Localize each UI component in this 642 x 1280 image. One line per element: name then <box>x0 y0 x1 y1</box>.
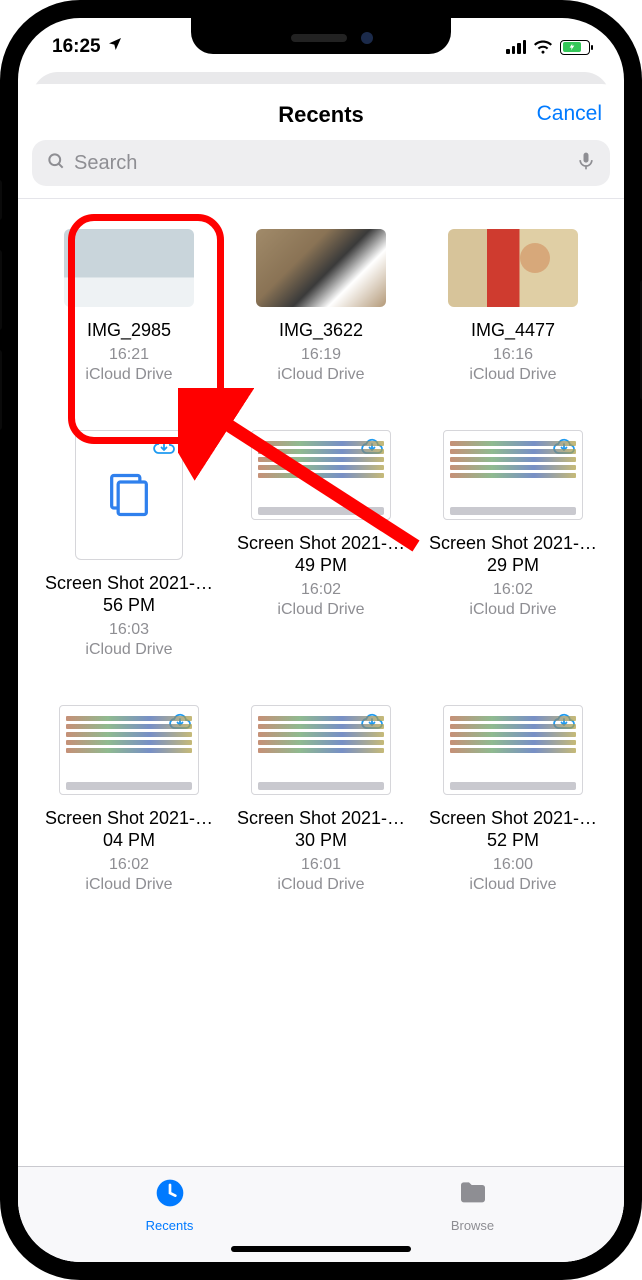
sheet-header: Recents Cancel <box>18 84 624 140</box>
cancel-button[interactable]: Cancel <box>537 102 602 126</box>
cellular-signal-icon <box>506 40 526 54</box>
file-location: iCloud Drive <box>469 876 556 894</box>
file-item[interactable]: IMG_3622 16:19 iCloud Drive <box>230 229 412 384</box>
file-item[interactable]: Screen Shot 2021-…49 PM 16:02 iCloud Drive <box>230 430 412 659</box>
file-time: 16:00 <box>493 856 533 874</box>
tab-label: Recents <box>146 1218 194 1233</box>
tab-bar: Recents Browse <box>18 1166 624 1262</box>
file-name: Screen Shot 2021-…29 PM <box>428 532 598 577</box>
file-item[interactable]: IMG_2985 16:21 iCloud Drive <box>38 229 220 384</box>
file-thumbnail <box>251 705 391 795</box>
file-item[interactable]: Screen Shot 2021-…56 PM 16:03 iCloud Drive <box>38 430 220 659</box>
file-name: Screen Shot 2021-…56 PM <box>44 572 214 617</box>
side-button-vol-down <box>0 350 2 430</box>
file-name: Screen Shot 2021-…52 PM <box>428 807 598 852</box>
folder-icon <box>457 1177 489 1214</box>
file-thumbnail <box>75 430 183 560</box>
file-item[interactable]: Screen Shot 2021-…52 PM 16:00 iCloud Drive <box>422 705 604 894</box>
file-location: iCloud Drive <box>277 366 364 384</box>
file-item[interactable]: Screen Shot 2021-…04 PM 16:02 iCloud Drive <box>38 705 220 894</box>
battery-charging-icon <box>560 40 590 55</box>
file-thumbnail <box>256 229 386 307</box>
wifi-icon <box>533 37 553 57</box>
tab-label: Browse <box>451 1218 494 1233</box>
file-time: 16:02 <box>301 581 341 599</box>
search-bar[interactable] <box>32 140 610 186</box>
file-location: iCloud Drive <box>85 366 172 384</box>
status-time: 16:25 <box>52 36 101 58</box>
file-time: 16:21 <box>109 346 149 364</box>
file-item[interactable]: IMG_4477 16:16 iCloud Drive <box>422 229 604 384</box>
file-location: iCloud Drive <box>85 641 172 659</box>
phone-frame: 16:25 <box>0 0 642 1280</box>
file-item[interactable]: Screen Shot 2021-…29 PM 16:02 iCloud Drive <box>422 430 604 659</box>
side-button-silent <box>0 180 2 220</box>
file-location: iCloud Drive <box>277 876 364 894</box>
dictate-icon[interactable] <box>576 151 596 176</box>
location-icon <box>107 36 123 58</box>
file-grid: IMG_2985 16:21 iCloud Drive IMG_3622 16:19 iC… <box>18 199 624 1166</box>
clock-icon <box>154 1177 186 1214</box>
file-picker-sheet: Recents Cancel IMG_2985 16:21 iCloud Drive… <box>18 84 624 1262</box>
file-thumbnail <box>64 229 194 307</box>
file-location: iCloud Drive <box>85 876 172 894</box>
file-thumbnail <box>443 430 583 520</box>
file-item[interactable]: Screen Shot 2021-…30 PM 16:01 iCloud Drive <box>230 705 412 894</box>
file-time: 16:16 <box>493 346 533 364</box>
file-name: IMG_3622 <box>279 319 363 342</box>
file-time: 16:02 <box>493 581 533 599</box>
file-thumbnail <box>448 229 578 307</box>
side-button-vol-up <box>0 250 2 330</box>
file-thumbnail <box>59 705 199 795</box>
file-name: Screen Shot 2021-…30 PM <box>236 807 406 852</box>
file-location: iCloud Drive <box>469 366 556 384</box>
file-thumbnail <box>251 430 391 520</box>
search-icon <box>46 151 66 176</box>
cloud-download-icon <box>152 437 176 455</box>
search-input[interactable] <box>74 152 568 175</box>
notch <box>191 18 451 54</box>
file-name: IMG_2985 <box>87 319 171 342</box>
file-name: Screen Shot 2021-…04 PM <box>44 807 214 852</box>
home-indicator[interactable] <box>231 1246 411 1252</box>
screen: 16:25 <box>18 18 624 1262</box>
file-time: 16:01 <box>301 856 341 874</box>
file-name: IMG_4477 <box>471 319 555 342</box>
file-location: iCloud Drive <box>277 601 364 619</box>
file-location: iCloud Drive <box>469 601 556 619</box>
file-time: 16:03 <box>109 621 149 639</box>
file-name: Screen Shot 2021-…49 PM <box>236 532 406 577</box>
file-time: 16:19 <box>301 346 341 364</box>
file-thumbnail <box>443 705 583 795</box>
file-time: 16:02 <box>109 856 149 874</box>
document-stack-icon <box>103 469 155 521</box>
sheet-title: Recents <box>40 102 602 128</box>
